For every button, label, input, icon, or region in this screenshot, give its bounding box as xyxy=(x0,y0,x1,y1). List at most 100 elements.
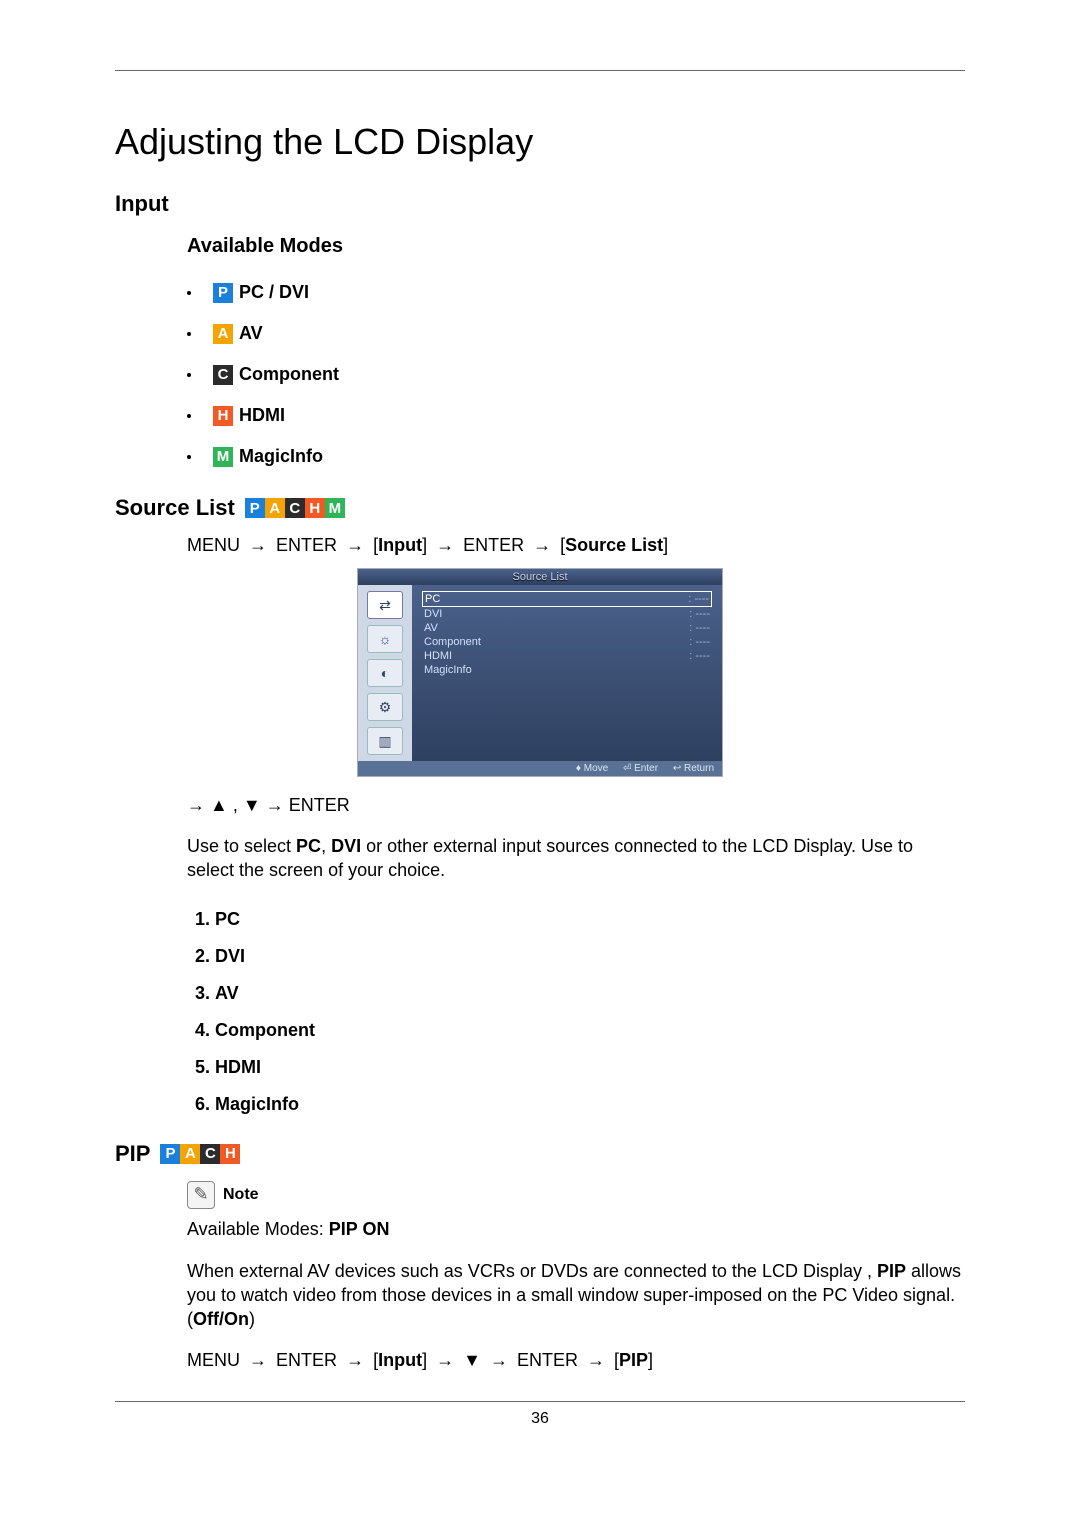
pip-paragraph: When external AV devices such as VCRs or… xyxy=(187,1259,965,1332)
osd-screenshot: Source List ⇄ ☼ ◐ ⚙ ▥ PC: ---- DVI: ----… xyxy=(357,568,723,777)
section-input-heading: Input xyxy=(115,191,965,217)
osd-footer-enter: ⏎ Enter xyxy=(623,763,658,774)
down-arrow-icon: ▼ xyxy=(243,795,261,815)
numlist-item-2: DVI xyxy=(215,938,965,975)
osd-row-av: AV: ---- xyxy=(422,621,712,635)
source-numbered-list: PC DVI AV Component HDMI MagicInfo xyxy=(187,901,965,1123)
osd-row-dvi: DVI: ---- xyxy=(422,607,712,621)
bottom-rule xyxy=(115,1401,965,1402)
nav-arrows-line: → ▲ , ▼ → ENTER xyxy=(187,795,965,816)
path-enter: ENTER xyxy=(463,535,524,555)
osd-row-hdmi: HDMI: ---- xyxy=(422,649,712,663)
source-list-section: Source List P A C H M xyxy=(115,495,965,521)
path-menu: MENU xyxy=(187,535,240,555)
osd-footer-move: ♦ Move xyxy=(576,763,608,774)
badge-a-icon: A xyxy=(265,498,285,518)
arrow-icon: → xyxy=(249,1350,267,1370)
badge-m-icon: M xyxy=(325,498,345,518)
numlist-item-4: Component xyxy=(215,1012,965,1049)
pip-heading: PIP xyxy=(115,1141,150,1167)
mode-item-hdmi: H HDMI xyxy=(187,395,965,436)
mode-item-component: C Component xyxy=(187,354,965,395)
osd-row-component: Component: ---- xyxy=(422,635,712,649)
note-label: Note xyxy=(223,1186,259,1204)
top-rule xyxy=(115,70,965,71)
path-enter: ENTER xyxy=(276,535,337,555)
mode-label-hdmi: HDMI xyxy=(239,405,285,426)
osd-sound-icon: ◐ xyxy=(367,659,403,687)
arrow-icon: → xyxy=(587,1350,605,1370)
badge-a-icon: A xyxy=(213,324,233,344)
osd-input-icon: ⇄ xyxy=(367,591,403,619)
mode-label-component: Component xyxy=(239,364,339,385)
available-modes-heading: Available Modes xyxy=(187,235,965,258)
path-input: Input xyxy=(378,1350,422,1370)
enter-label: ENTER xyxy=(289,795,350,815)
use-paragraph: Use to select PC, DVI or other external … xyxy=(187,834,965,883)
badge-a-icon: A xyxy=(180,1144,200,1164)
down-arrow-icon: ▼ xyxy=(463,1350,481,1370)
pip-modes-strip: P A C H xyxy=(160,1144,240,1164)
path-source-list: Source List xyxy=(565,535,663,555)
modes-list: P PC / DVI A AV C Component H HDMI M Mag… xyxy=(187,272,965,477)
mode-label-magicinfo: MagicInfo xyxy=(239,446,323,467)
osd-picture-icon: ☼ xyxy=(367,625,403,653)
path-menu: MENU xyxy=(187,1350,240,1370)
bullet-icon xyxy=(187,414,191,418)
numlist-item-1: PC xyxy=(215,901,965,938)
note-icon: ✎ xyxy=(187,1181,215,1209)
page-number: 36 xyxy=(115,1410,965,1428)
badge-c-icon: C xyxy=(213,365,233,385)
mode-item-pc: P PC / DVI xyxy=(187,272,965,313)
numlist-item-5: HDMI xyxy=(215,1049,965,1086)
arrow-icon: → xyxy=(266,795,284,815)
arrow-icon: → xyxy=(346,1350,364,1370)
numlist-item-6: MagicInfo xyxy=(215,1086,965,1123)
up-arrow-icon: ▲ xyxy=(210,795,228,815)
arrow-icon: → xyxy=(436,1350,454,1370)
arrow-icon: → xyxy=(249,535,267,555)
osd-row-magicinfo: MagicInfo xyxy=(422,663,712,677)
note-row: ✎ Note xyxy=(187,1181,965,1209)
mode-item-av: A AV xyxy=(187,313,965,354)
bullet-icon xyxy=(187,332,191,336)
badge-m-icon: M xyxy=(213,447,233,467)
osd-title: Source List xyxy=(358,569,722,585)
arrow-icon: → xyxy=(346,535,364,555)
badge-p-icon: P xyxy=(213,283,233,303)
arrow-icon: → xyxy=(533,535,551,555)
arrow-icon: → xyxy=(436,535,454,555)
page-title: Adjusting the LCD Display xyxy=(115,121,965,163)
badge-h-icon: H xyxy=(305,498,325,518)
mode-label-av: AV xyxy=(239,323,263,344)
arrow-icon: → xyxy=(490,1350,508,1370)
mode-item-magicinfo: M MagicInfo xyxy=(187,436,965,477)
osd-sidebar: ⇄ ☼ ◐ ⚙ ▥ xyxy=(358,585,412,761)
badge-c-icon: C xyxy=(285,498,305,518)
osd-row-pc: PC: ---- xyxy=(422,591,712,607)
osd-setup-icon: ⚙ xyxy=(367,693,403,721)
osd-list: PC: ---- DVI: ---- AV: ---- Component: -… xyxy=(412,585,722,761)
osd-multi-icon: ▥ xyxy=(367,727,403,755)
mode-label-pc: PC / DVI xyxy=(239,282,309,303)
bullet-icon xyxy=(187,291,191,295)
badge-h-icon: H xyxy=(213,406,233,426)
pip-section: PIP P A C H xyxy=(115,1141,965,1167)
badge-h-icon: H xyxy=(220,1144,240,1164)
bullet-icon xyxy=(187,455,191,459)
source-list-modes-strip: P A C H M xyxy=(245,498,345,518)
arrow-icon: → xyxy=(187,795,205,815)
source-list-heading: Source List xyxy=(115,495,235,521)
badge-p-icon: P xyxy=(160,1144,180,1164)
menu-path-source-list: MENU → ENTER → [Input] → ENTER → [Source… xyxy=(187,535,965,556)
menu-path-pip: MENU → ENTER → [Input] → ▼ → ENTER → [PI… xyxy=(187,1350,965,1371)
numlist-item-3: AV xyxy=(215,975,965,1012)
path-pip: PIP xyxy=(619,1350,648,1370)
badge-c-icon: C xyxy=(200,1144,220,1164)
osd-footer: ♦ Move ⏎ Enter ↩ Return xyxy=(358,761,722,776)
path-enter: ENTER xyxy=(276,1350,337,1370)
bullet-icon xyxy=(187,373,191,377)
path-input: Input xyxy=(378,535,422,555)
badge-p-icon: P xyxy=(245,498,265,518)
pip-modes-line: Available Modes: PIP ON xyxy=(187,1217,965,1241)
